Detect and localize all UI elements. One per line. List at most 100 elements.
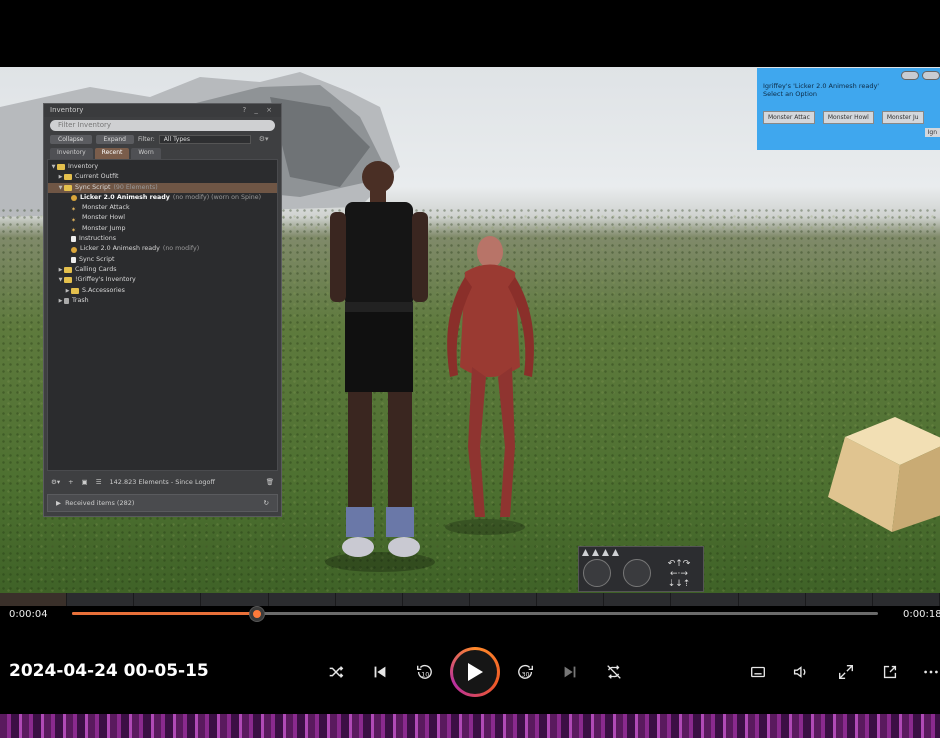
move-arrows-icon[interactable]: ↶↑↷ ←·→ ⇣↓⇡: [659, 559, 699, 589]
gear-icon[interactable]: ⚙▾: [259, 135, 269, 143]
refresh-icon[interactable]: ↻: [264, 499, 269, 507]
received-items-panel[interactable]: ▶ Received items (282) ↻: [47, 494, 278, 512]
inventory-window[interactable]: Inventory ? _ × Filter Inventory Collaps…: [43, 103, 282, 517]
tree-item[interactable]: ▼ Inventory: [48, 162, 277, 172]
toolbar-button[interactable]: [67, 593, 135, 606]
tab-recent[interactable]: Recent: [94, 148, 130, 159]
inventory-filter-input[interactable]: Filter Inventory: [50, 120, 275, 131]
tree-item[interactable]: ✶ Monster Attack: [48, 203, 277, 213]
expand-arrow-icon[interactable]: ▶: [64, 286, 71, 296]
new-folder-icon[interactable]: ▣: [82, 478, 88, 486]
viewer-toolbar[interactable]: [0, 593, 940, 606]
toolbar-button[interactable]: [671, 593, 739, 606]
avatar-figures[interactable]: [300, 147, 560, 587]
fly-mode-icon[interactable]: [602, 549, 609, 556]
tree-item[interactable]: ▼ Sync Script (90 Elements): [48, 182, 277, 193]
tree-item[interactable]: ✶ Monster Jump: [48, 224, 277, 234]
expand-arrow-icon[interactable]: ▶: [57, 172, 64, 182]
obj-icon: [71, 195, 77, 202]
camera-orbit-pad[interactable]: [583, 559, 611, 587]
toolbar-button[interactable]: [604, 593, 672, 606]
more-options-icon[interactable]: [920, 661, 940, 683]
walk-mode-icon[interactable]: [582, 549, 589, 556]
skip-back-icon[interactable]: 10: [413, 661, 435, 683]
volume-icon[interactable]: [789, 661, 811, 683]
dialog-close-icon[interactable]: [922, 71, 940, 80]
tree-item[interactable]: ▶ Trash: [48, 296, 277, 306]
toolbar-button[interactable]: [336, 593, 403, 606]
filter-type-select[interactable]: All Types: [158, 134, 251, 144]
script-dialog[interactable]: Igriffey's 'Licker 2.0 Animesh ready' Se…: [757, 68, 940, 150]
shuffle-icon[interactable]: [325, 661, 347, 683]
collapse-button[interactable]: Collapse: [50, 134, 92, 144]
expand-arrow-icon[interactable]: ▶: [56, 499, 61, 507]
window-controls-icon[interactable]: ? _ ×: [242, 106, 275, 115]
repeat-off-icon[interactable]: [603, 661, 625, 683]
tree-item[interactable]: ▶ Current Outfit: [48, 172, 277, 182]
camera-mode-icon[interactable]: [612, 549, 619, 556]
dialog-message: Igriffey's 'Licker 2.0 Animesh ready': [763, 82, 880, 90]
gear-menu-icon[interactable]: ⚙▾: [51, 478, 60, 486]
tree-item[interactable]: ✶ Monster Howl: [48, 213, 277, 223]
toolbar-button[interactable]: [269, 593, 336, 606]
collapse-arrow-icon[interactable]: ▼: [57, 183, 64, 193]
next-icon[interactable]: [559, 661, 581, 683]
toolbar-button[interactable]: [470, 593, 538, 606]
tab-inventory[interactable]: Inventory: [50, 148, 93, 159]
expand-arrow-icon[interactable]: ▶: [57, 296, 64, 306]
seek-thumb[interactable]: [250, 607, 265, 621]
collapse-arrow-icon[interactable]: ▼: [57, 275, 64, 285]
toolbar-button[interactable]: [537, 593, 605, 606]
expand-button[interactable]: Expand: [95, 134, 134, 144]
monster-attack-button[interactable]: Monster Attac: [763, 111, 815, 124]
skip-forward-icon[interactable]: 30: [515, 661, 537, 683]
tree-item-label: S.Accessories: [82, 286, 125, 294]
mini-player-icon[interactable]: [879, 661, 901, 683]
tab-worn[interactable]: Worn: [131, 148, 161, 159]
monster-jump-button[interactable]: Monster Ju: [881, 111, 924, 124]
list-icon[interactable]: ☰: [96, 478, 102, 486]
tree-item-label: Sync Script: [75, 183, 111, 191]
tree-item-label: Sync Script: [79, 255, 115, 263]
subtitles-icon[interactable]: [747, 661, 769, 683]
toolbar-button[interactable]: [201, 593, 269, 606]
collapse-arrow-icon[interactable]: ▼: [50, 162, 57, 172]
tree-item[interactable]: Sync Script: [48, 255, 277, 265]
toolbar-button[interactable]: [873, 593, 940, 606]
tree-item-label: Licker 2.0 Animesh ready: [80, 245, 160, 253]
camera-pan-pad[interactable]: [623, 559, 651, 587]
inventory-tree[interactable]: ▼ Inventory ▶ Current Outfit ▼ Sync Script (90…: [47, 159, 278, 471]
wooden-box[interactable]: [820, 417, 940, 542]
tree-item[interactable]: Licker 2.0 Animesh ready (no modify): [48, 244, 277, 254]
toolbar-button[interactable]: [0, 593, 68, 606]
tree-item[interactable]: ▶ S.Accessories: [48, 286, 277, 296]
monster-howl-button[interactable]: Monster Howl: [822, 111, 874, 124]
note-icon: [71, 236, 76, 243]
element-count: 142.823 Elements - Since Logoff: [109, 478, 216, 486]
tree-item-label: Instructions: [79, 235, 116, 243]
run-mode-icon[interactable]: [592, 549, 599, 556]
tree-item[interactable]: Instructions: [48, 234, 277, 244]
tree-item[interactable]: Licker 2.0 Animesh ready (no modify) (wor…: [48, 193, 277, 203]
inventory-titlebar[interactable]: Inventory ? _ ×: [44, 104, 281, 117]
previous-icon[interactable]: [369, 661, 391, 683]
seek-bar[interactable]: [72, 607, 878, 621]
toolbar-button[interactable]: [403, 593, 470, 606]
fullscreen-icon[interactable]: [835, 661, 857, 683]
toolbar-button[interactable]: [806, 593, 873, 606]
tree-item[interactable]: ▶ Calling Cards: [48, 265, 277, 275]
tree-item-detail: (no modify): [162, 245, 200, 253]
ignore-button[interactable]: Ign: [924, 128, 940, 137]
play-button[interactable]: [450, 647, 500, 697]
folder-icon: [64, 174, 72, 181]
movement-controls[interactable]: ↶↑↷ ←·→ ⇣↓⇡: [578, 546, 704, 592]
tree-item-label: Monster Howl: [82, 214, 125, 222]
toolbar-button[interactable]: [134, 593, 202, 606]
add-icon[interactable]: +: [68, 478, 73, 486]
seek-bar-fill: [72, 612, 258, 615]
expand-arrow-icon[interactable]: ▶: [57, 265, 64, 275]
trash-icon[interactable]: 🗑: [266, 478, 274, 486]
dialog-toggle-icon[interactable]: [901, 71, 919, 80]
toolbar-button[interactable]: [739, 593, 806, 606]
tree-item[interactable]: ▼ !Griffey's Inventory: [48, 275, 277, 285]
